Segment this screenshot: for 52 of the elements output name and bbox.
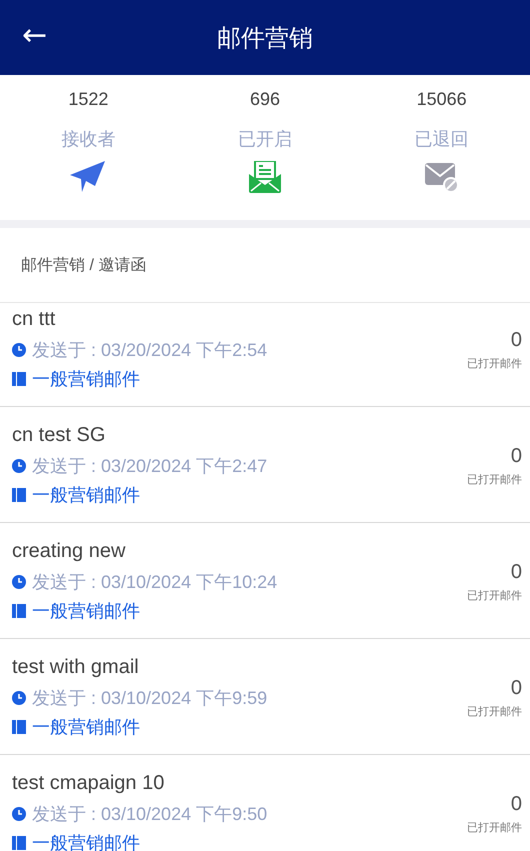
campaign-row[interactable]: test with gmail 发送于 : 03/10/2024 下午9:59 一般营销邮件 0 已打开邮件 xyxy=(0,639,530,755)
open-count: 0 xyxy=(510,329,522,352)
open-count: 0 xyxy=(510,561,522,584)
stat-label: 已开启 xyxy=(238,128,292,151)
campaign-row[interactable]: cn ttt 发送于 : 03/20/2024 下午2:54 一般营销邮件 0 已打开邮件 xyxy=(0,303,530,407)
book-icon xyxy=(12,720,26,734)
stat-value: 696 xyxy=(250,89,280,111)
clock-icon xyxy=(12,806,26,820)
campaign-title: cn ttt xyxy=(12,308,56,332)
book-icon xyxy=(12,372,26,386)
open-envelope-icon xyxy=(249,161,281,193)
stat-value: 1522 xyxy=(68,89,108,111)
paper-plane-icon xyxy=(70,161,106,193)
sent-date: 发送于 : 03/20/2024 下午2:54 xyxy=(32,338,268,362)
open-count-label: 已打开邮件 xyxy=(467,357,522,371)
campaign-type: 一般营销邮件 xyxy=(32,484,140,506)
sent-date: 发送于 : 03/10/2024 下午9:59 xyxy=(32,686,268,710)
book-icon xyxy=(12,836,26,850)
back-button[interactable]: ← xyxy=(22,18,48,54)
book-icon xyxy=(12,604,26,618)
open-count: 0 xyxy=(510,793,522,816)
stat-label: 已退回 xyxy=(414,128,469,151)
open-count-label: 已打开邮件 xyxy=(467,705,522,719)
campaign-title: cn test SG xyxy=(12,424,106,448)
sent-date: 发送于 : 03/10/2024 下午10:24 xyxy=(32,570,278,594)
campaign-title: creating new xyxy=(12,540,126,564)
screen-title: 邮件营销 xyxy=(217,24,313,54)
sent-date: 发送于 : 03/10/2024 下午9:50 xyxy=(32,802,268,826)
campaign-title: test cmapaign 10 xyxy=(12,772,166,796)
clock-icon xyxy=(12,690,26,704)
campaign-row[interactable]: test cmapaign 10 发送于 : 03/10/2024 下午9:50 一般营销邮件 0 已打开邮件 xyxy=(0,755,530,851)
breadcrumb: 邮件营销 / 邀请函 xyxy=(21,256,146,276)
campaign-title: test with gmail xyxy=(12,656,140,680)
blocked-mail-icon xyxy=(424,161,459,193)
campaign-type: 一般营销邮件 xyxy=(32,832,140,851)
campaign-row[interactable]: cn test SG 发送于 : 03/20/2024 下午2:47 一般营销邮件 0 已打开邮件 xyxy=(0,407,530,523)
campaign-row[interactable]: creating new 发送于 : 03/10/2024 下午10:24 一般营销邮件 0 已打开邮件 xyxy=(0,523,530,639)
open-count-label: 已打开邮件 xyxy=(467,821,522,835)
campaign-type: 一般营销邮件 xyxy=(32,600,140,622)
clock-icon xyxy=(12,574,26,588)
clock-icon xyxy=(12,342,26,356)
open-count: 0 xyxy=(510,445,522,468)
open-count-label: 已打开邮件 xyxy=(467,473,522,487)
open-count: 0 xyxy=(510,677,522,700)
stat-value: 15066 xyxy=(416,89,467,111)
stat-label: 接收者 xyxy=(61,128,116,151)
book-icon xyxy=(12,488,26,502)
clock-icon xyxy=(12,458,26,472)
campaign-type: 一般营销邮件 xyxy=(32,368,140,390)
open-count-label: 已打开邮件 xyxy=(467,589,522,603)
campaign-type: 一般营销邮件 xyxy=(32,716,140,738)
sent-date: 发送于 : 03/20/2024 下午2:47 xyxy=(32,454,268,478)
